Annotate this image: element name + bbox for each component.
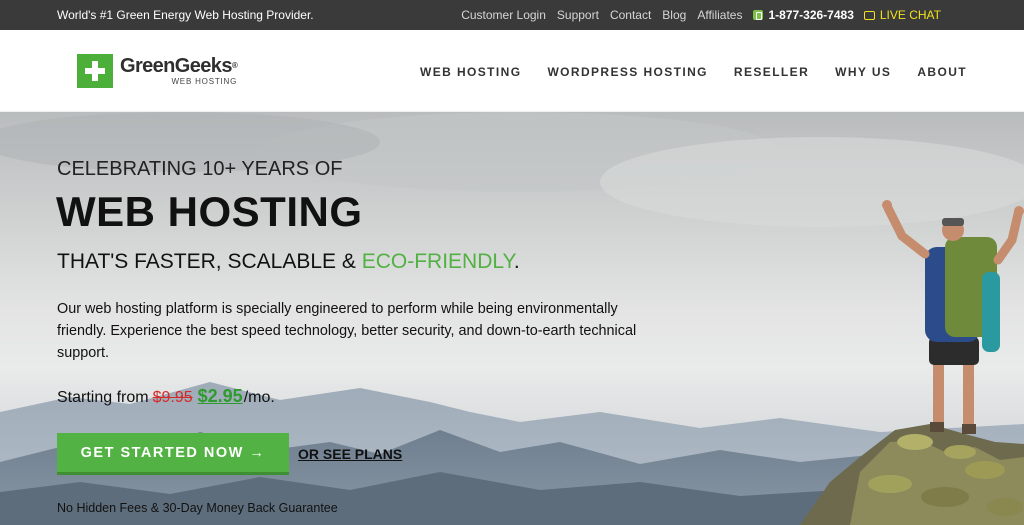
get-started-button[interactable]: GET STARTED NOW → xyxy=(57,433,289,475)
hero-celebrating: CELEBRATING 10+ YEARS OF xyxy=(57,158,343,180)
top-bar: World's #1 Green Energy Web Hosting Prov… xyxy=(0,0,1024,30)
affiliates-link[interactable]: Affiliates xyxy=(697,8,742,22)
hiker-figure xyxy=(882,200,1024,434)
subhead-suffix: . xyxy=(513,250,520,273)
hero-headline: WEB HOSTING xyxy=(56,188,363,235)
nav-reseller[interactable]: RESELLER xyxy=(734,65,809,79)
nav-web-hosting[interactable]: WEB HOSTING xyxy=(420,65,521,79)
hero-description: Our web hosting platform is specially en… xyxy=(57,301,637,361)
site-header: GreenGeeks® WEB HOSTING WEB HOSTING WORD… xyxy=(0,30,1024,112)
phone-number-link[interactable]: 1-877-326-7483 xyxy=(753,8,854,22)
hero-subhead: THAT'S FASTER, SCALABLE & ECO-FRIENDLY. xyxy=(57,250,520,274)
blog-link[interactable]: Blog xyxy=(662,8,686,22)
contact-link[interactable]: Contact xyxy=(610,8,651,22)
tagline: World's #1 Green Energy Web Hosting Prov… xyxy=(57,8,314,22)
phone-icon xyxy=(753,10,764,20)
logo-name: GreenGeeks xyxy=(120,55,232,77)
live-chat-link[interactable]: LIVE CHAT xyxy=(863,8,941,22)
customer-login-link[interactable]: Customer Login xyxy=(461,8,546,22)
live-chat-label: LIVE CHAT xyxy=(879,8,941,22)
subhead-eco: ECO-FRIENDLY xyxy=(361,250,514,273)
plus-icon xyxy=(77,54,113,88)
guarantee-text: No Hidden Fees & 30-Day Money Back Guara… xyxy=(57,501,338,515)
starting-from-label: Starting from xyxy=(57,389,149,406)
chat-icon xyxy=(863,10,875,20)
nav-wordpress-hosting[interactable]: WORDPRESS HOSTING xyxy=(547,65,707,79)
subhead-prefix: THAT'S FASTER, SCALABLE & xyxy=(57,250,362,273)
see-plans-link[interactable]: OR SEE PLANS xyxy=(298,446,402,462)
pricing: Starting from $9.95 $2.95 /mo. xyxy=(57,386,275,407)
nav-about[interactable]: ABOUT xyxy=(917,65,967,79)
nav-why-us[interactable]: WHY US xyxy=(835,65,891,79)
logo-registered: ® xyxy=(231,61,238,70)
new-price[interactable]: $2.95 xyxy=(198,386,243,407)
old-price: $9.95 xyxy=(152,389,193,406)
per-month: /mo. xyxy=(243,389,275,406)
logo-subtitle: WEB HOSTING xyxy=(171,77,238,86)
phone-number: 1-877-326-7483 xyxy=(768,8,854,22)
main-nav: WEB HOSTING WORDPRESS HOSTING RESELLER W… xyxy=(420,65,967,79)
support-link[interactable]: Support xyxy=(557,8,599,22)
top-links: Customer Login Support Contact Blog Affi… xyxy=(450,8,941,22)
logo[interactable]: GreenGeeks® WEB HOSTING xyxy=(77,54,238,88)
hero-section: CELEBRATING 10+ YEARS OF WEB HOSTING THA… xyxy=(0,112,1024,525)
